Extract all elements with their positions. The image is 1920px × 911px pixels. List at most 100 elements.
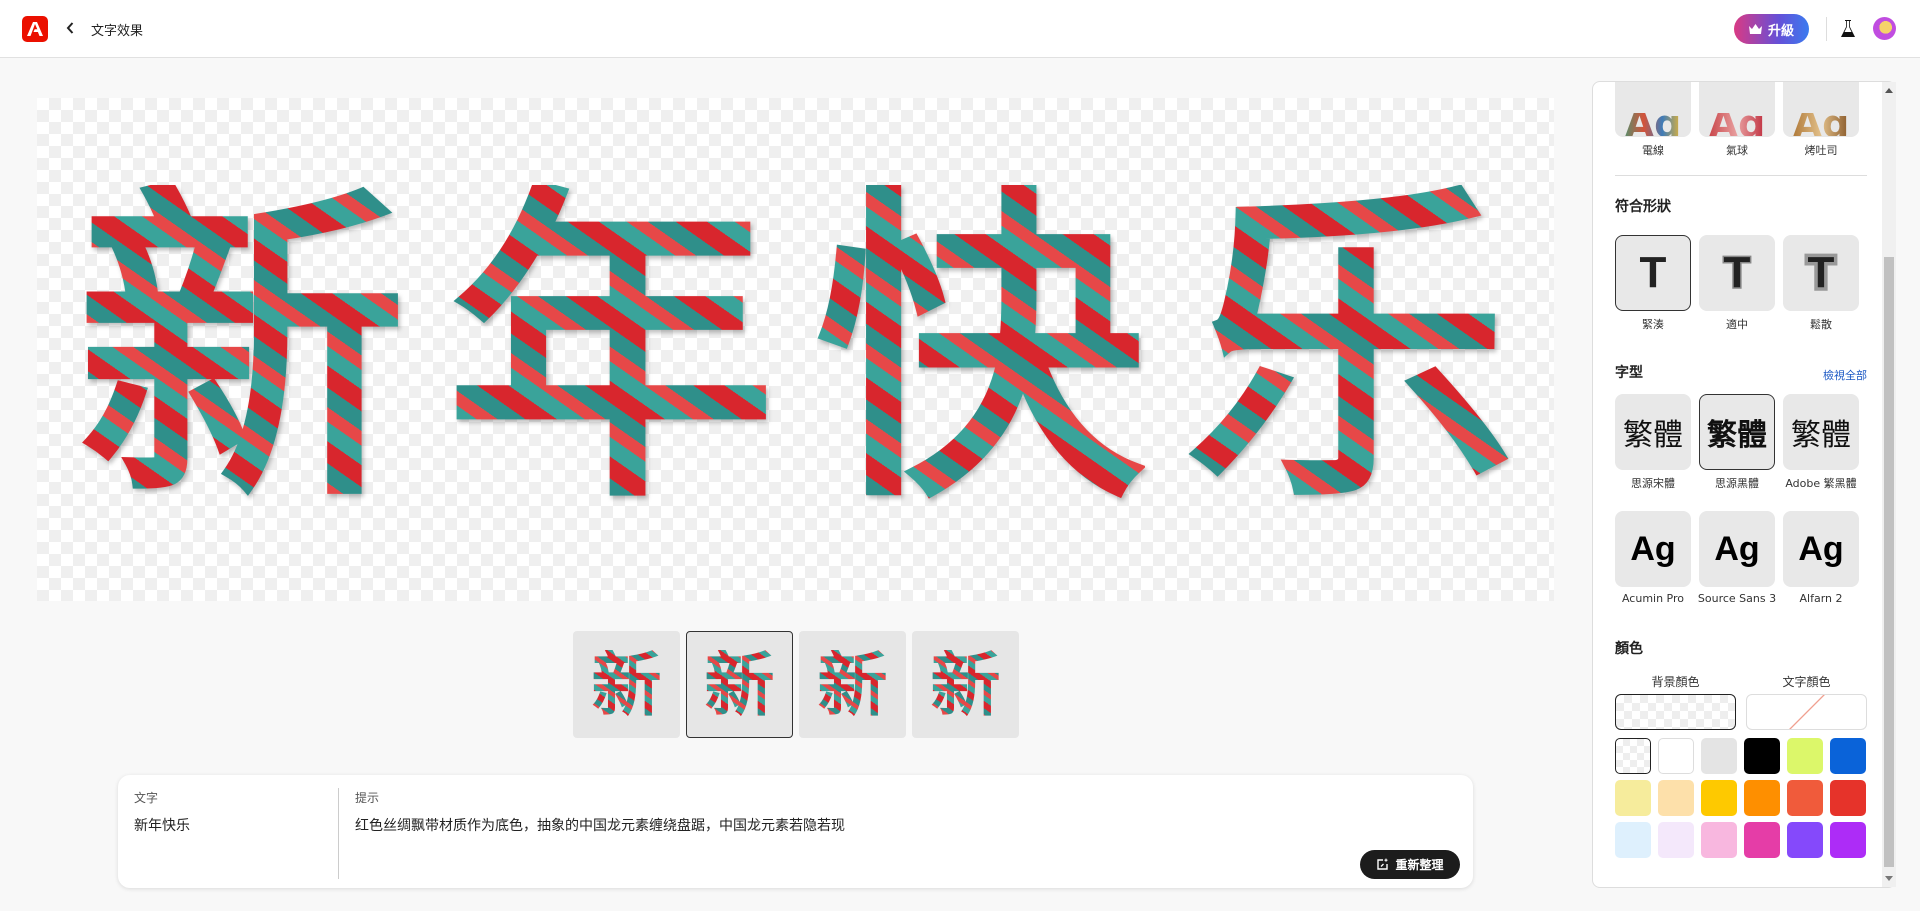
- font-option[interactable]: Ag Acumin Pro: [1615, 511, 1691, 605]
- color-palette: [1615, 738, 1867, 858]
- variation-thumbnail-selected[interactable]: 新: [686, 631, 793, 738]
- font-preview[interactable]: Ag: [1783, 511, 1859, 587]
- avatar[interactable]: [1873, 17, 1896, 40]
- style-label: 電線: [1642, 144, 1664, 157]
- font-label: 思源黑體: [1715, 477, 1759, 490]
- refresh-sparkle-icon: [1377, 858, 1389, 870]
- color-swatch[interactable]: [1787, 822, 1823, 858]
- style-preview[interactable]: Ag: [1615, 82, 1691, 137]
- font-preview[interactable]: 繁體: [1699, 394, 1775, 470]
- style-sample: Ag: [1792, 102, 1850, 137]
- variation-thumbnail[interactable]: 新: [799, 631, 906, 738]
- color-swatch[interactable]: [1787, 780, 1823, 816]
- color-swatch[interactable]: [1830, 822, 1866, 858]
- color-targets: [1615, 694, 1867, 730]
- flask-icon[interactable]: [1840, 19, 1856, 39]
- shape-label: 適中: [1726, 318, 1748, 331]
- shape-option-loose[interactable]: T 鬆散: [1783, 235, 1859, 332]
- prompt-field-label: 提示: [355, 791, 380, 805]
- color-swatch[interactable]: [1615, 822, 1651, 858]
- panel-scrollbar[interactable]: [1882, 82, 1896, 887]
- thumb-char: 新: [704, 643, 775, 726]
- back-chevron-icon[interactable]: [62, 17, 78, 39]
- properties-panel: Ag 電線 Ag 氣球 Ag 烤吐司 符合形狀 T 緊湊 T 適中 T 鬆散 字…: [1592, 81, 1896, 888]
- font-option-selected[interactable]: 繁體 思源黑體: [1699, 394, 1775, 491]
- font-section-title: 字型: [1615, 365, 1643, 381]
- effect-char: 乐: [1184, 157, 1515, 542]
- style-preview[interactable]: Ag: [1783, 82, 1859, 137]
- refresh-button[interactable]: 重新整理: [1360, 850, 1460, 879]
- adobe-logo-icon[interactable]: [22, 16, 48, 42]
- color-swatch[interactable]: [1658, 780, 1694, 816]
- color-swatch[interactable]: [1701, 738, 1737, 774]
- font-preview[interactable]: 繁體: [1783, 394, 1859, 470]
- prompt-input[interactable]: 红色丝绸飘带材质作为底色，抽象的中国龙元素缠绕盘踞，中国龙元素若隐若现: [355, 815, 845, 835]
- color-swatch[interactable]: [1701, 822, 1737, 858]
- style-tile-wire[interactable]: Ag 電線: [1615, 82, 1691, 158]
- variation-thumbnails: 新 新 新 新: [573, 631, 1019, 738]
- color-swatch[interactable]: [1615, 738, 1651, 774]
- style-sample: Ag: [1708, 102, 1766, 137]
- shape-label: 緊湊: [1642, 318, 1664, 331]
- crown-icon: [1748, 24, 1762, 34]
- font-option[interactable]: Ag Source Sans 3: [1698, 511, 1776, 605]
- bg-color-swatch[interactable]: [1615, 694, 1736, 730]
- font-sample: Ag: [1714, 529, 1760, 568]
- shape-option-tight[interactable]: T 緊湊: [1615, 235, 1691, 332]
- font-preview[interactable]: Ag: [1699, 511, 1775, 587]
- font-option[interactable]: 繁體 思源宋體: [1615, 394, 1691, 491]
- refresh-label: 重新整理: [1395, 858, 1444, 872]
- font-sample: 繁體: [1623, 418, 1683, 453]
- t-loose-icon: T: [1804, 245, 1838, 301]
- generated-text-effect: 新 年 快 乐: [37, 98, 1554, 601]
- divider: [1826, 17, 1827, 41]
- thumb-char: 新: [930, 643, 1001, 726]
- color-swatch[interactable]: [1787, 738, 1823, 774]
- color-swatch[interactable]: [1830, 738, 1866, 774]
- shape-preview[interactable]: T: [1615, 235, 1691, 311]
- shape-row: T 緊湊 T 適中 T 鬆散: [1615, 235, 1859, 332]
- font-sample: 繁體: [1791, 418, 1851, 453]
- top-bar: 文字效果 升級: [0, 0, 1920, 58]
- view-all-link[interactable]: 檢視全部: [1823, 367, 1867, 383]
- scroll-up-arrow-icon[interactable]: [1885, 88, 1893, 93]
- bg-color-label: 背景顏色: [1651, 675, 1700, 689]
- color-swatch[interactable]: [1658, 738, 1694, 774]
- color-swatch[interactable]: [1830, 780, 1866, 816]
- font-label: Alfarn 2: [1799, 592, 1843, 605]
- text-field-label: 文字: [134, 791, 159, 805]
- text-input[interactable]: 新年快乐: [134, 815, 190, 835]
- color-swatch[interactable]: [1744, 822, 1780, 858]
- scroll-thumb[interactable]: [1884, 257, 1894, 867]
- variation-thumbnail[interactable]: 新: [573, 631, 680, 738]
- effect-char: 新: [76, 157, 407, 542]
- font-preview[interactable]: 繁體: [1615, 394, 1691, 470]
- shape-preview[interactable]: T: [1699, 235, 1775, 311]
- t-medium-icon: T: [1722, 247, 1752, 299]
- effect-char: 快: [815, 157, 1146, 542]
- font-sample: Ag: [1798, 529, 1844, 568]
- font-option[interactable]: Ag Alfarn 2: [1783, 511, 1859, 605]
- color-swatch[interactable]: [1658, 822, 1694, 858]
- font-label: Adobe 繁黑體: [1785, 477, 1857, 490]
- style-preview[interactable]: Ag: [1699, 82, 1775, 137]
- font-sample: 繁體: [1707, 418, 1767, 453]
- font-option[interactable]: 繁體 Adobe 繁黑體: [1783, 394, 1859, 491]
- color-swatch[interactable]: [1701, 780, 1737, 816]
- variation-thumbnail[interactable]: 新: [912, 631, 1019, 738]
- result-canvas: 新 年 快 乐: [37, 98, 1554, 601]
- style-tile-balloon[interactable]: Ag 氣球: [1699, 82, 1775, 158]
- scroll-down-arrow-icon[interactable]: [1885, 876, 1893, 881]
- color-swatch[interactable]: [1744, 780, 1780, 816]
- shape-option-medium[interactable]: T 適中: [1699, 235, 1775, 332]
- text-color-swatch[interactable]: [1746, 694, 1867, 730]
- font-preview[interactable]: Ag: [1615, 511, 1691, 587]
- font-label: Acumin Pro: [1621, 592, 1685, 605]
- app-title: 文字效果: [91, 24, 144, 39]
- upgrade-button[interactable]: 升級: [1734, 14, 1809, 44]
- color-swatch[interactable]: [1615, 780, 1651, 816]
- style-tile-toast[interactable]: Ag 烤吐司: [1783, 82, 1859, 158]
- thumb-char: 新: [817, 643, 888, 726]
- color-swatch[interactable]: [1744, 738, 1780, 774]
- shape-preview[interactable]: T: [1783, 235, 1859, 311]
